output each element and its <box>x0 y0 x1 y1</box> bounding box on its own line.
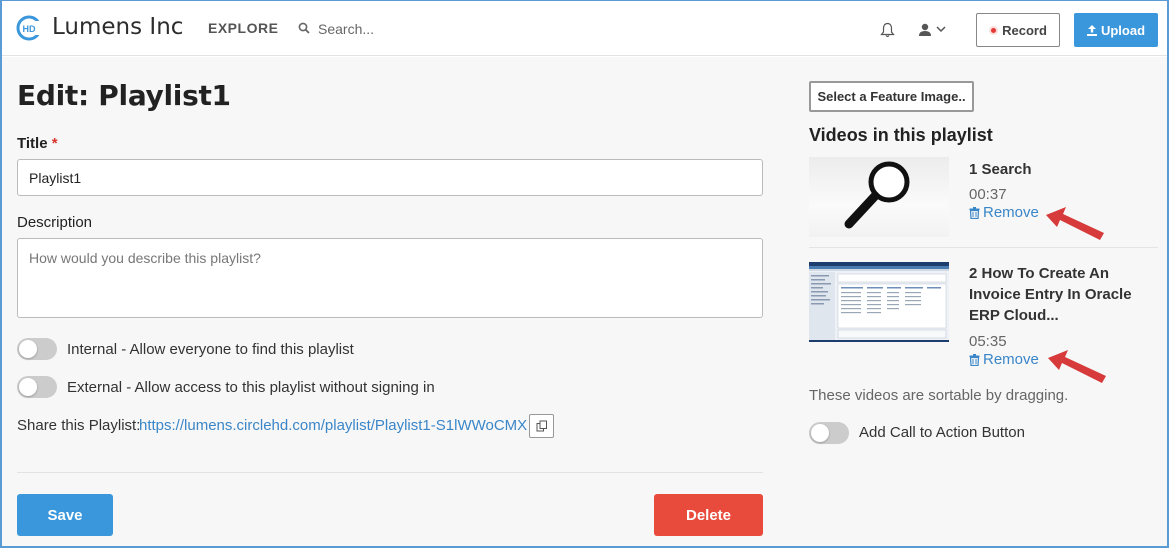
video-duration: 00:37 <box>969 186 1007 203</box>
trash-icon <box>969 206 980 219</box>
video-title-line: 2 How To Create An <box>969 265 1110 282</box>
cta-toggle[interactable] <box>809 422 849 444</box>
internal-toggle[interactable] <box>17 338 57 360</box>
brand-name[interactable]: Lumens Inc <box>52 14 183 40</box>
sortable-note: These videos are sortable by dragging. <box>809 387 1069 404</box>
playlist-video-item[interactable]: 1 Search 00:37 Remove <box>809 157 1158 248</box>
title-label-text: Title <box>17 135 48 152</box>
video-title-line: 1 Search <box>969 161 1032 178</box>
main-content: Edit: Playlist1 Title * Description Inte… <box>2 57 1167 546</box>
copy-icon <box>536 420 547 432</box>
select-feature-image-button[interactable]: Select a Feature Image.. <box>809 81 974 112</box>
share-link[interactable]: https://lumens.circlehd.com/playlist/Pla… <box>139 417 527 434</box>
playlist-video-item[interactable]: 2 How To Create An Invoice Entry In Orac… <box>809 262 1158 383</box>
delete-button[interactable]: Delete <box>654 494 763 536</box>
upload-button-label: Upload <box>1100 22 1146 38</box>
chevron-down-icon[interactable] <box>936 26 946 33</box>
annotation-arrow-icon <box>1048 350 1106 383</box>
top-navbar: HD Lumens Inc EXPLORE Record <box>2 1 1167 56</box>
upload-button[interactable]: Upload <box>1074 13 1158 47</box>
remove-video-link[interactable]: Remove <box>969 204 1039 221</box>
logo-icon[interactable]: HD <box>16 15 42 41</box>
trash-icon <box>969 353 980 366</box>
video-title-line: Invoice Entry In Oracle <box>969 286 1132 303</box>
required-marker: * <box>51 135 58 152</box>
title-field[interactable] <box>17 159 763 196</box>
share-label: Share this Playlist: <box>17 417 141 434</box>
copy-link-button[interactable] <box>529 414 554 438</box>
upload-icon <box>1086 24 1097 36</box>
app-frame: HD Lumens Inc EXPLORE Record <box>0 0 1169 548</box>
description-field[interactable] <box>17 238 763 318</box>
video-title[interactable]: 1 Search <box>969 159 1032 180</box>
external-toggle[interactable] <box>17 376 57 398</box>
notification-bell-icon[interactable] <box>880 22 895 38</box>
page-title: Edit: Playlist1 <box>17 79 231 112</box>
logo-text: HD <box>23 24 36 34</box>
remove-video-link[interactable]: Remove <box>969 351 1039 368</box>
description-label: Description <box>17 214 93 231</box>
screenshot-thumbnail-icon <box>809 262 949 342</box>
internal-toggle-label: Internal - Allow everyone to find this p… <box>67 341 354 358</box>
external-toggle-label: External - Allow access to this playlist… <box>67 379 435 396</box>
form-divider <box>17 472 763 473</box>
record-dot-icon <box>989 25 999 35</box>
save-button[interactable]: Save <box>17 494 113 536</box>
search-input[interactable] <box>318 17 518 41</box>
nav-explore[interactable]: EXPLORE <box>208 20 278 36</box>
record-button-label: Record <box>1002 22 1047 38</box>
annotation-arrow-icon <box>1046 207 1104 240</box>
videos-heading: Videos in this playlist <box>809 125 993 145</box>
title-label: Title * <box>17 135 58 152</box>
video-title[interactable]: 2 How To Create An Invoice Entry In Orac… <box>969 263 1132 326</box>
search-icon <box>298 22 310 34</box>
video-thumbnail[interactable] <box>809 262 949 342</box>
video-title-line: ERP Cloud... <box>969 307 1059 324</box>
magnifier-icon <box>844 161 910 229</box>
video-thumbnail[interactable] <box>809 157 949 237</box>
record-button[interactable]: Record <box>976 13 1060 47</box>
user-icon[interactable] <box>918 23 932 37</box>
cta-toggle-label: Add Call to Action Button <box>859 424 1025 441</box>
remove-label: Remove <box>983 351 1039 368</box>
video-duration: 05:35 <box>969 333 1007 350</box>
remove-label: Remove <box>983 204 1039 221</box>
